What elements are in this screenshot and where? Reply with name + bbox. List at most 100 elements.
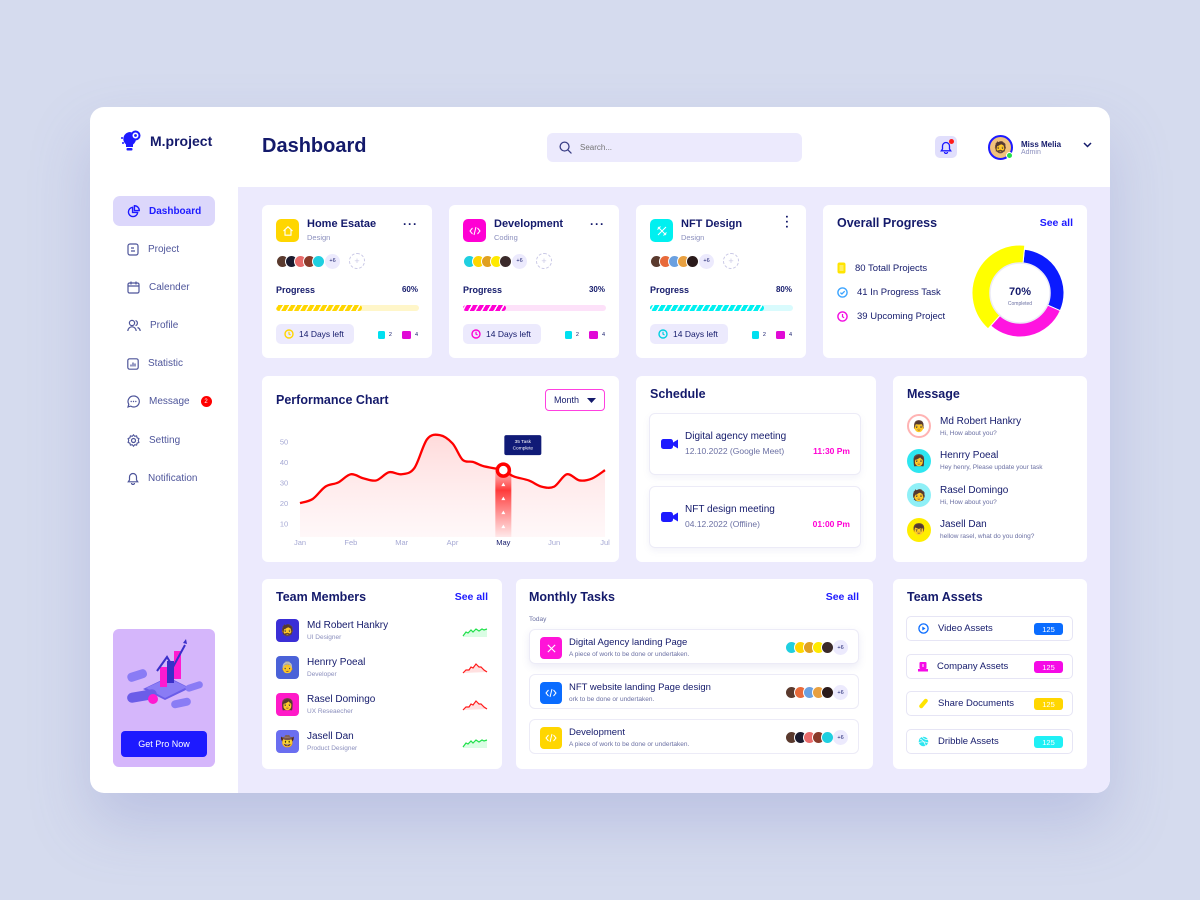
code-icon xyxy=(545,688,557,698)
project-category: Design xyxy=(307,233,331,242)
schedule-date: 12.10.2022 (Google Meet) xyxy=(685,446,785,456)
team-member-row[interactable]: 🧔 Md Robert Hankry UI Designer xyxy=(276,612,488,649)
upgrade-promo-card: Get Pro Now xyxy=(113,629,215,767)
sidebar-item-setting[interactable]: Setting xyxy=(113,425,215,455)
schedule-card: Schedule Digital agency meeting 12.10.20… xyxy=(636,376,876,562)
x-tick-label: Jun xyxy=(548,538,560,547)
task-title: Development xyxy=(569,727,625,738)
x-axis-ticks: Jan Feb Mar Apr May Jun Jul xyxy=(294,538,610,547)
see-all-link[interactable]: See all xyxy=(1040,217,1073,229)
message-item[interactable]: 👨 Md Robert Hankry Hi, How about you? xyxy=(907,414,1077,438)
more-assignees-count: +6 xyxy=(833,640,848,655)
lightbulb-gear-icon xyxy=(121,130,141,151)
member-role: Product Designer xyxy=(307,745,358,752)
add-member-button[interactable]: + xyxy=(536,253,552,269)
chart-area-fill xyxy=(300,434,605,537)
more-members-count: +6 xyxy=(325,253,340,269)
more-members-count: +6 xyxy=(699,253,714,269)
project-title: NFT Design xyxy=(681,218,743,230)
avatar: 🧔 xyxy=(276,619,299,642)
section-title: Team Assets xyxy=(907,590,983,604)
highlight-column xyxy=(495,470,512,537)
project-card[interactable]: Home Esatae Design ··· +6 + Progress 60%… xyxy=(262,205,432,358)
member-role: UX Reseaecher xyxy=(307,708,353,715)
team-member-row[interactable]: 👵 Henrry Poeal Developer xyxy=(276,649,488,686)
see-all-link[interactable]: See all xyxy=(826,591,859,603)
progress-bar-fill xyxy=(650,305,765,311)
file-icon xyxy=(564,331,572,339)
add-member-button[interactable]: + xyxy=(723,253,739,269)
sidebar-item-dashboard[interactable]: Dashboard xyxy=(113,196,215,226)
days-left-text: 14 Days left xyxy=(486,329,531,339)
project-card[interactable]: NFT Design Design ··· +6 + Progress 80% … xyxy=(636,205,806,358)
member-avatars: +6 + xyxy=(276,253,365,269)
performance-chart-card: Performance Chart Month 10 20 30 40 50 Jan Fe… xyxy=(262,376,619,562)
sidebar-item-calender[interactable]: Calender xyxy=(113,272,215,302)
avatar: 👨 xyxy=(907,414,931,438)
progress-bar xyxy=(650,305,793,311)
task-description: A piece of work to be done or undertaken… xyxy=(569,651,690,658)
performance-line-chart: 10 20 30 40 50 Jan Feb Mar Apr May Jun Jul 35 Task… xyxy=(280,433,610,547)
file-count: 2 xyxy=(762,332,766,338)
progress-bar xyxy=(276,305,419,311)
more-members-count: +6 xyxy=(512,253,527,269)
sidebar-item-statistic[interactable]: Statistic xyxy=(113,349,215,379)
building-icon xyxy=(918,662,928,672)
asset-item-dribble[interactable]: Dribble Assets 125 xyxy=(906,729,1073,754)
asset-item-documents[interactable]: Share Documents 125 xyxy=(906,691,1073,716)
message-item[interactable]: 👩 Henrry Poeal Hey henry, Please update y… xyxy=(907,448,1077,473)
schedule-item[interactable]: Digital agency meeting 12.10.2022 (Googl… xyxy=(649,413,861,475)
more-options-icon[interactable]: ··· xyxy=(403,217,418,231)
get-pro-button[interactable]: Get Pro Now xyxy=(121,731,207,757)
see-all-link[interactable]: See all xyxy=(455,591,488,603)
message-item[interactable]: 👦 Jasell Dan hellow rasel, what do you do… xyxy=(907,517,1077,542)
highlight-point[interactable] xyxy=(495,462,512,478)
task-item[interactable]: NFT website landing Page design ork to b… xyxy=(529,674,859,709)
chevron-down-icon[interactable] xyxy=(1083,141,1092,148)
team-assets-card: Team Assets Video Assets 125 Company Ass… xyxy=(893,579,1087,769)
main-content: Home Esatae Design ··· +6 + Progress 60%… xyxy=(238,187,1110,793)
task-item[interactable]: Development A piece of work to be done o… xyxy=(529,719,859,754)
search-input[interactable] xyxy=(580,143,780,152)
trend-up-sparkline-icon xyxy=(462,738,488,748)
schedule-item[interactable]: NFT design meeting 04.12.2022 (Offline) … xyxy=(649,486,861,548)
more-options-icon[interactable]: ··· xyxy=(590,217,605,231)
message-sender: Jasell Dan xyxy=(940,519,987,530)
asset-item-company[interactable]: Company Assets 125 xyxy=(906,654,1073,679)
team-member-row[interactable]: 👩 Rasel Domingo UX Reseaecher xyxy=(276,686,488,723)
avatar: 👦 xyxy=(907,517,931,542)
asset-item-video[interactable]: Video Assets 125 xyxy=(906,616,1073,641)
search-bar[interactable] xyxy=(547,133,802,162)
project-meta: 2 4 xyxy=(377,331,418,339)
avatar: 🧑 xyxy=(907,483,931,507)
project-card[interactable]: Development Coding ··· +6 + Progress 30%… xyxy=(449,205,619,358)
user-menu[interactable]: 🧔 Miss Melia Admin xyxy=(988,135,1092,160)
x-tick-label: Feb xyxy=(344,538,357,547)
schedule-title: NFT design meeting xyxy=(685,504,775,515)
add-member-button[interactable]: + xyxy=(349,253,365,269)
team-member-row[interactable]: 🤠 Jasell Dan Product Designer xyxy=(276,723,488,760)
notification-button[interactable] xyxy=(935,136,957,158)
y-axis-ticks: 10 20 30 40 50 xyxy=(280,437,288,528)
asset-count-badge: 125 xyxy=(1034,736,1063,748)
sidebar-item-notification[interactable]: Notification xyxy=(113,463,215,493)
task-item[interactable]: Digital Agency landing Page A piece of w… xyxy=(529,629,859,664)
sidebar-item-label: Profile xyxy=(150,320,179,332)
sidebar-item-project[interactable]: Project xyxy=(113,234,215,264)
monthly-tasks-card: Monthly Tasks See all Today Digital Agen… xyxy=(516,579,873,769)
section-title: Team Members xyxy=(276,590,367,604)
project-icon-tile xyxy=(650,219,673,242)
tooltip-line-2: Complete xyxy=(513,446,534,452)
more-options-vertical-icon[interactable]: ··· xyxy=(780,215,794,230)
team-members-card: Team Members See all 🧔 Md Robert Hankry U… xyxy=(262,579,502,769)
document-icon xyxy=(127,243,139,256)
message-item[interactable]: 🧑 Rasel Domingo Hi, How about you? xyxy=(907,483,1077,507)
messages-card: Message 👨 Md Robert Hankry Hi, How about … xyxy=(893,376,1087,562)
logo[interactable]: M.project xyxy=(120,129,212,153)
y-tick-label: 40 xyxy=(280,458,288,467)
message-preview: hellow rasel, what do you doing? xyxy=(940,533,1035,540)
sidebar-item-profile[interactable]: Profile xyxy=(113,311,215,341)
sidebar-item-message[interactable]: Message 2 xyxy=(113,387,215,417)
progress-label: Progress xyxy=(463,285,503,295)
file-icon xyxy=(377,331,385,339)
